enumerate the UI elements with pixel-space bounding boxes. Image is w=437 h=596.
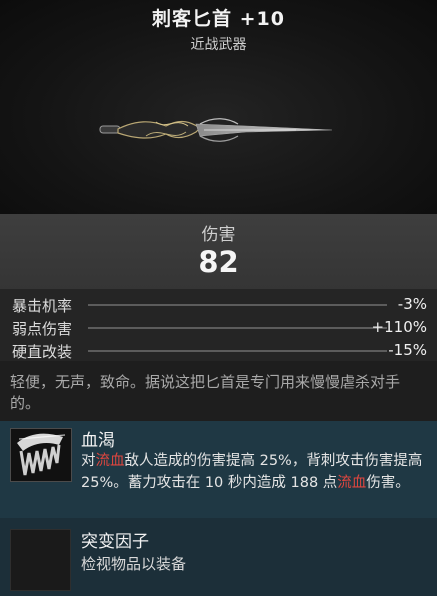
bleed-keyword: 流血: [337, 474, 367, 491]
blood-claw-icon: [10, 428, 72, 482]
stat-name: 暴击机率: [12, 297, 73, 315]
dagger-icon: [99, 118, 333, 142]
stat-value: +110%: [371, 318, 427, 336]
bleed-keyword: 流血: [95, 453, 125, 469]
description-text: 轻便，无声，致命。据说这把匕首是专门用来慢慢虐杀对手的。: [10, 373, 401, 412]
item-type: 近战武器: [190, 37, 247, 53]
stat-value: -15%: [388, 341, 427, 359]
stat-row-weakspot-damage: 弱点伤害 +110%: [0, 315, 437, 339]
stat-divider: [88, 304, 387, 306]
stat-divider: [88, 327, 387, 329]
stat-name: 弱点伤害: [12, 320, 73, 338]
perk-desc-text: 伤害。: [366, 474, 410, 491]
item-name: 刺客匕首 +10: [152, 8, 285, 30]
stat-divider: [88, 350, 387, 352]
item-description: 轻便，无声，致命。据说这把匕首是专门用来慢慢虐杀对手的。: [0, 361, 437, 421]
damage-label: 伤害: [201, 225, 236, 245]
stats-list: 暴击机率 -3% 弱点伤害 +110% 硬直改装 -15%: [0, 289, 437, 361]
perk-panel[interactable]: 血渴 对流血敌人造成的伤害提高 25%，背刺攻击伤害提高 25%。蓄力攻击在 1…: [0, 421, 437, 518]
item-header: 刺客匕首 +10 近战武器: [0, 0, 437, 214]
stat-row-stagger-mod: 硬直改装 -15%: [0, 338, 437, 362]
perk-desc-text: 对: [81, 453, 96, 469]
perk-title: 血渴: [81, 431, 115, 451]
mutator-slot[interactable]: 突变因子 检视物品以装备: [0, 518, 437, 596]
stat-value: -3%: [397, 295, 427, 313]
mutator-title: 突变因子: [81, 532, 149, 552]
damage-panel: 伤害 82: [0, 214, 437, 289]
perk-description: 对流血敌人造成的伤害提高 25%，背刺攻击伤害提高 25%。蓄力攻击在 10 秒…: [81, 451, 431, 494]
empty-slot-icon: [10, 529, 71, 591]
mutator-description: 检视物品以装备: [81, 555, 187, 573]
stat-row-crit-chance: 暴击机率 -3%: [0, 292, 437, 316]
damage-value: 82: [198, 245, 239, 279]
stat-name: 硬直改装: [12, 343, 73, 361]
